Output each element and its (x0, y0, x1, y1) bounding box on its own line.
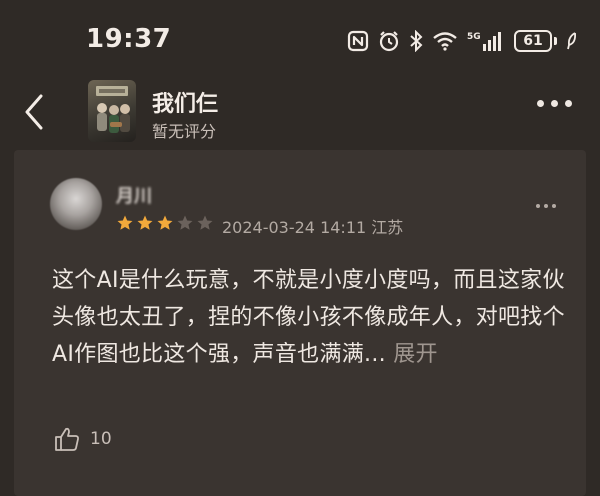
star-empty-icon (176, 214, 194, 232)
leaf-icon (566, 31, 578, 51)
network-label: 5G (467, 32, 481, 42)
star-empty-icon (196, 214, 214, 232)
review-meta: 2024-03-24 14:11 江苏 (222, 214, 403, 238)
status-icons: 5G 61 (347, 28, 578, 54)
review-location: 江苏 (371, 218, 404, 237)
battery-tip (554, 37, 557, 45)
alarm-icon (378, 30, 400, 52)
expand-link[interactable]: 展开 (393, 342, 438, 367)
like-button[interactable]: 10 (54, 426, 112, 452)
more-options-button[interactable] (537, 100, 572, 107)
status-time: 19:37 (86, 24, 172, 54)
review-date: 2024-03-24 14:11 (222, 218, 367, 237)
page-title: 我们仨 (152, 92, 219, 117)
nfc-icon (347, 30, 369, 52)
more-dot-icon (544, 204, 548, 208)
review-card: 月川 2024-03-24 14:11 江苏 这个AI是什么玩意，不就是小度小度… (14, 150, 586, 496)
review-body: 这个AI是什么玩意，不就是小度小度吗，而且这家伙头像也太丑了，捏的不像小孩不像成… (52, 268, 565, 367)
battery-indicator: 61 (514, 30, 557, 52)
review-more-button[interactable] (536, 204, 556, 208)
rating-status: 暂无评分 (152, 122, 217, 141)
review-page: 19:37 5G 61 我们仨 暂无评分 月川 2024-03-24 14:11… (0, 0, 600, 496)
like-count: 10 (90, 429, 112, 449)
more-dot-icon (537, 100, 544, 107)
bluetooth-icon (409, 30, 423, 52)
battery-level: 61 (514, 30, 552, 52)
review-text[interactable]: 这个AI是什么玩意，不就是小度小度吗，而且这家伙头像也太丑了，捏的不像小孩不像成… (52, 262, 566, 373)
thumbs-up-icon (55, 427, 79, 451)
star-filled-icon (156, 214, 174, 232)
chevron-left-icon (25, 94, 43, 130)
more-dot-icon (536, 204, 540, 208)
status-bar: 19:37 5G 61 (0, 0, 600, 74)
wifi-icon (432, 31, 458, 51)
group-cover-image[interactable] (88, 80, 136, 142)
cellular-signal-icon: 5G (467, 30, 505, 52)
more-dot-icon (552, 204, 556, 208)
star-filled-icon (116, 214, 134, 232)
reviewer-name[interactable]: 月川 (116, 182, 152, 208)
avatar[interactable] (50, 178, 102, 230)
more-dot-icon (551, 100, 558, 107)
back-button[interactable] (18, 92, 50, 132)
star-filled-icon (136, 214, 154, 232)
star-rating (116, 214, 214, 232)
more-dot-icon (565, 100, 572, 107)
app-header: 我们仨 暂无评分 (0, 74, 600, 150)
